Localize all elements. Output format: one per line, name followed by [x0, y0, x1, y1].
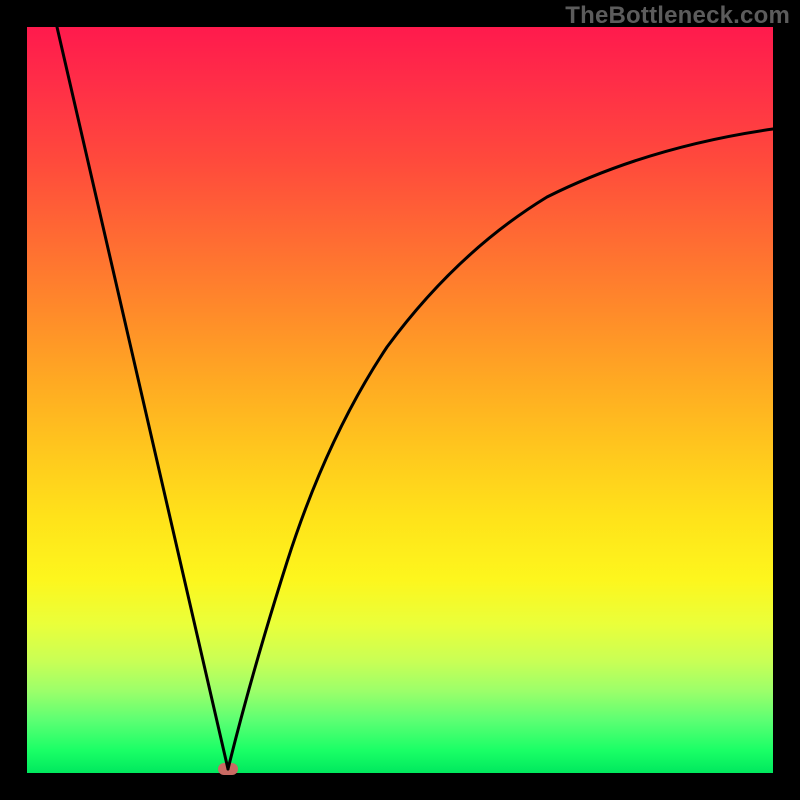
chart-frame: TheBottleneck.com: [0, 0, 800, 800]
curve-right-branch: [228, 129, 773, 769]
bottleneck-curve: [27, 27, 773, 773]
curve-left-branch: [57, 27, 228, 769]
plot-area: [27, 27, 773, 773]
watermark-text: TheBottleneck.com: [565, 2, 790, 30]
